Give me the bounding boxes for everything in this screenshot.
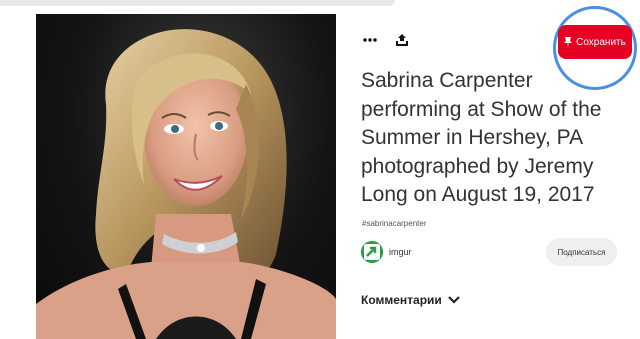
subscribe-button[interactable]: Подписаться: [546, 238, 617, 266]
avatar[interactable]: [361, 241, 383, 263]
comments-label: Комментарии: [361, 293, 442, 307]
pin-actions: [360, 30, 412, 50]
hashtag-link[interactable]: #sabrinacarpenter: [362, 219, 426, 228]
save-area: Сохранить: [553, 6, 637, 90]
comments-toggle[interactable]: Комментарии: [361, 293, 460, 307]
pin-title: Sabrina Carpenter performing at Show of …: [361, 69, 602, 206]
search-bar-edge: [0, 0, 395, 6]
creator-name[interactable]: imgur: [389, 247, 412, 257]
chevron-down-icon: [448, 296, 460, 304]
imgur-logo-icon: [361, 241, 383, 263]
save-button[interactable]: Сохранить: [558, 25, 632, 59]
save-label: Сохранить: [576, 36, 626, 48]
share-upload-icon: [396, 34, 408, 46]
more-options-button[interactable]: [360, 30, 380, 50]
pin-image[interactable]: [36, 14, 336, 339]
top-strip: [0, 0, 640, 8]
pin-icon: [564, 36, 573, 48]
more-dots-icon: [363, 38, 377, 42]
share-button[interactable]: [392, 30, 412, 50]
portrait-illustration: [36, 29, 336, 339]
creator-info[interactable]: imgur: [361, 241, 412, 263]
